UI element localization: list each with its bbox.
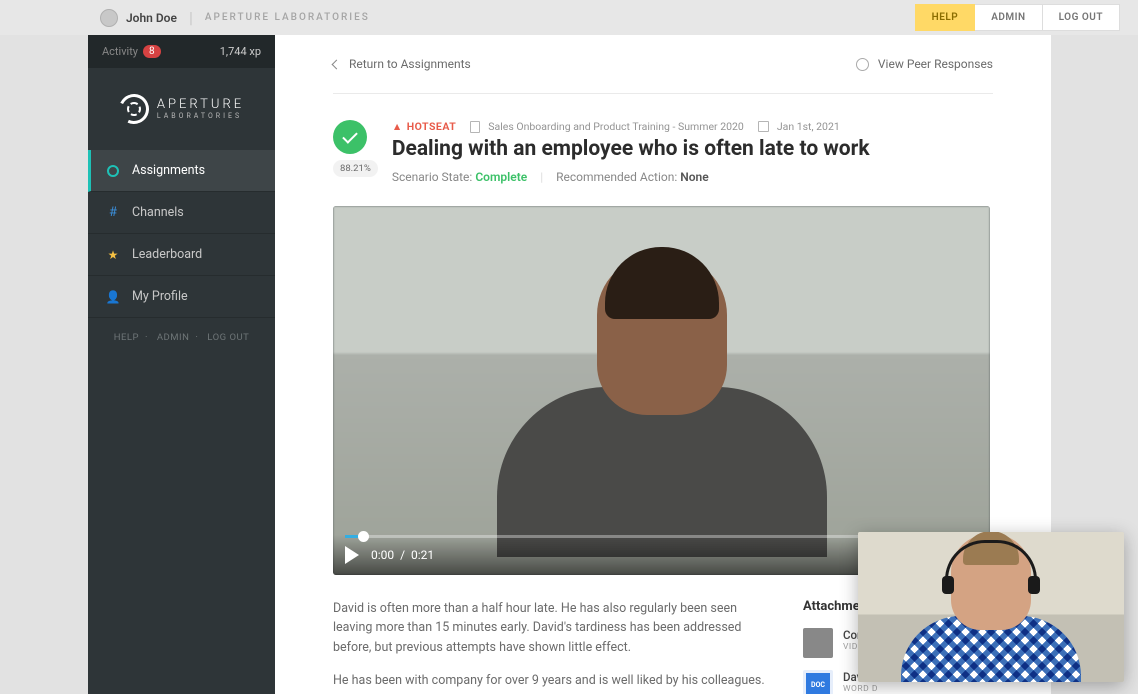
- ring-icon: [107, 165, 119, 177]
- footer-help[interactable]: HELP: [108, 332, 145, 343]
- back-link[interactable]: Return to Assignments: [333, 57, 471, 71]
- headset-icon: [945, 540, 1037, 584]
- divider: |: [189, 8, 193, 27]
- org-name: APERTURE LABORATORIES: [205, 12, 370, 23]
- topbar: John Doe | APERTURE LABORATORIES HELP AD…: [0, 0, 1138, 35]
- action-value: None: [680, 170, 708, 184]
- divider: [333, 93, 993, 94]
- fire-icon: ▲: [392, 120, 403, 133]
- attachment-type: WORD D: [843, 684, 878, 694]
- sidebar-item-channels[interactable]: # Channels: [88, 192, 275, 234]
- scenario-header: 88.21% ▲HOTSEAT Sales Onboarding and Pro…: [333, 120, 993, 184]
- assignment-date: Jan 1st, 2021: [777, 120, 840, 133]
- course-name: Sales Onboarding and Product Training - …: [488, 120, 744, 133]
- check-icon: [333, 120, 367, 154]
- desc-paragraph: David is often more than a half hour lat…: [333, 599, 769, 657]
- sidebar-footer: HELP· ADMIN· LOG OUT: [88, 332, 275, 343]
- activity-bar[interactable]: Activity 8 1,744 xp: [88, 35, 275, 68]
- sidebar: Activity 8 1,744 xp APERTURE LABORATORIE…: [88, 35, 275, 694]
- video-time: 0:00 / 0:21: [371, 548, 434, 562]
- star-icon: ★: [106, 248, 120, 262]
- person-icon: 👤: [106, 290, 120, 304]
- document-icon: [470, 121, 480, 133]
- page-title: Dealing with an employee who is often la…: [392, 137, 993, 161]
- hash-icon: #: [106, 206, 120, 220]
- word-doc-icon: DOC: [803, 670, 833, 694]
- nav-label: Assignments: [132, 163, 205, 178]
- desc-paragraph: He has been with company for over 9 year…: [333, 671, 769, 694]
- pip-subject: [891, 534, 1091, 682]
- state-row: Scenario State: Complete | Recommended A…: [392, 170, 993, 184]
- video-subject: [472, 255, 852, 575]
- logo-text: APERTURE: [157, 98, 244, 112]
- nav-label: Leaderboard: [132, 247, 202, 262]
- peer-label: View Peer Responses: [878, 57, 993, 71]
- state-label: Scenario State:: [392, 170, 473, 184]
- hotseat-tag: ▲HOTSEAT: [392, 120, 456, 133]
- action-label: Recommended Action:: [556, 170, 677, 184]
- play-button[interactable]: [345, 546, 359, 564]
- video-player[interactable]: 0:00 / 0:21: [333, 206, 990, 575]
- calendar-icon: [758, 121, 769, 132]
- avatar-icon: [100, 9, 118, 27]
- user-chip[interactable]: John Doe: [100, 9, 177, 27]
- footer-admin[interactable]: ADMIN: [151, 332, 196, 343]
- back-label: Return to Assignments: [349, 57, 471, 71]
- nav-label: Channels: [132, 205, 184, 220]
- activity-badge: 8: [143, 45, 161, 58]
- description-text: David is often more than a half hour lat…: [333, 599, 769, 694]
- logout-button[interactable]: LOG OUT: [1043, 4, 1120, 31]
- sidebar-item-assignments[interactable]: Assignments: [88, 150, 275, 192]
- nav-label: My Profile: [132, 289, 188, 304]
- admin-button[interactable]: ADMIN: [975, 4, 1042, 31]
- sidebar-item-profile[interactable]: 👤 My Profile: [88, 276, 275, 318]
- help-button[interactable]: HELP: [915, 4, 976, 31]
- sidebar-nav: Assignments # Channels ★ Leaderboard 👤 M…: [88, 150, 275, 318]
- sidebar-item-leaderboard[interactable]: ★ Leaderboard: [88, 234, 275, 276]
- aperture-icon: [115, 90, 153, 128]
- view-peer-link[interactable]: View Peer Responses: [856, 57, 993, 71]
- activity-label: Activity: [102, 45, 138, 58]
- webcam-pip[interactable]: [858, 532, 1124, 682]
- chevron-left-icon: [332, 59, 342, 69]
- meta-row: ▲HOTSEAT Sales Onboarding and Product Tr…: [392, 120, 993, 133]
- topbar-actions: HELP ADMIN LOG OUT: [915, 4, 1120, 31]
- percent-pill: 88.21%: [333, 160, 378, 177]
- user-name: John Doe: [126, 11, 177, 25]
- state-value: Complete: [475, 170, 527, 184]
- header-row: Return to Assignments View Peer Response…: [275, 35, 1051, 93]
- attachment-thumb-icon: [803, 628, 833, 658]
- brand-logo: APERTURE LABORATORIES: [88, 68, 275, 150]
- xp-value: 1,744 xp: [220, 45, 261, 58]
- bulb-icon: [856, 58, 869, 71]
- logo-subtext: LABORATORIES: [157, 112, 244, 120]
- footer-logout[interactable]: LOG OUT: [201, 332, 255, 343]
